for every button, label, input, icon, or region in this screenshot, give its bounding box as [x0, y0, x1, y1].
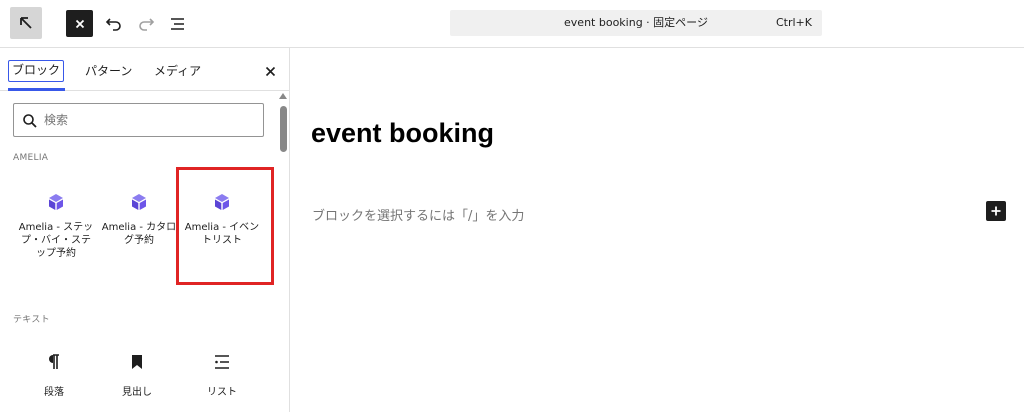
search-icon — [23, 114, 37, 128]
block-label: Amelia - ステップ・バイ・ステップ予約 — [18, 222, 94, 259]
block-amelia-catalog-booking[interactable]: Amelia - カタログ予約 — [99, 193, 179, 247]
block-placeholder[interactable]: ブロックを選択するには「/」を入力 — [312, 205, 524, 224]
close-inserter-button[interactable] — [66, 10, 93, 37]
search-input[interactable] — [44, 104, 254, 136]
tab-patterns[interactable]: パターン — [81, 60, 136, 82]
block-label: Amelia - カタログ予約 — [101, 222, 177, 246]
shortcut-hint: Ctrl+K — [775, 16, 812, 29]
block-inserter-panel: ブロック パターン メディア AMELIA Amelia - ステップ・バイ・ス… — [0, 48, 290, 412]
plus-icon — [991, 206, 1001, 216]
category-title-amelia: AMELIA — [13, 153, 49, 163]
document-title: event booking · 固定ページ — [564, 16, 708, 29]
block-label: リスト — [207, 387, 237, 398]
close-icon — [75, 19, 84, 28]
tab-media[interactable]: メディア — [150, 60, 205, 82]
select-tool-button[interactable] — [10, 7, 42, 39]
redo-button[interactable] — [134, 12, 158, 36]
block-amelia-step-booking[interactable]: Amelia - ステップ・バイ・ステップ予約 — [16, 193, 96, 260]
editor-canvas: event booking ブロックを選択するには「/」を入力 — [291, 48, 1024, 412]
top-toolbar: event booking · 固定ページ Ctrl+K — [0, 0, 1024, 48]
redo-icon — [139, 18, 155, 31]
command-palette-bar[interactable]: event booking · 固定ページ Ctrl+K — [450, 10, 822, 36]
paragraph-icon — [49, 354, 59, 369]
add-block-button[interactable] — [986, 201, 1006, 221]
tab-blocks[interactable]: ブロック — [7, 60, 65, 91]
block-label: 見出し — [122, 387, 152, 398]
close-panel-button[interactable] — [261, 62, 279, 80]
document-overview-button[interactable] — [166, 12, 190, 36]
page-title[interactable]: event booking — [311, 118, 494, 149]
arrow-up-left-icon — [20, 17, 32, 29]
block-paragraph[interactable]: 段落 — [14, 354, 94, 399]
block-search — [13, 103, 264, 137]
amelia-icon — [132, 194, 146, 210]
block-list[interactable]: リスト — [182, 354, 262, 399]
category-title-text: テキスト — [13, 315, 50, 325]
inserter-tabs: ブロック パターン メディア — [0, 48, 289, 91]
scrollbar-thumb[interactable] — [280, 106, 287, 152]
heading-icon — [132, 355, 142, 369]
scroll-up-arrow-icon[interactable] — [279, 93, 287, 99]
list-icon — [215, 355, 229, 369]
block-label: 段落 — [44, 387, 64, 398]
highlight-box — [176, 167, 274, 285]
close-icon — [265, 66, 275, 76]
list-view-icon — [171, 18, 184, 30]
amelia-icon — [49, 194, 63, 210]
block-heading[interactable]: 見出し — [97, 354, 177, 399]
undo-icon — [105, 18, 121, 31]
undo-button[interactable] — [102, 12, 126, 36]
